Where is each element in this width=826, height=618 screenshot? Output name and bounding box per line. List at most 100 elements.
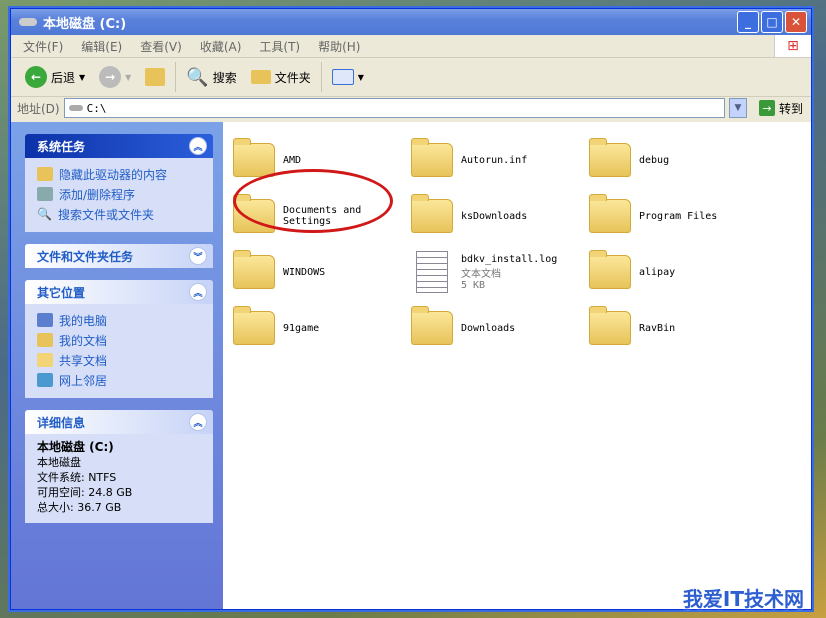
back-button[interactable]: ← 后退 ▼: [21, 64, 89, 90]
search-icon: 🔍: [186, 66, 209, 88]
file-info: Autorun.inf: [461, 155, 527, 166]
text-file-icon: [416, 251, 448, 293]
address-dropdown[interactable]: ▼: [728, 98, 747, 118]
file-name: Downloads: [461, 322, 516, 334]
go-arrow-icon: →: [758, 100, 775, 116]
folder-icon: [411, 138, 453, 177]
file-name: RavBin: [639, 322, 676, 334]
address-bar: 地址(D) C:\ ▼ → 转到: [11, 97, 811, 119]
file-name: bdkv_install.log: [461, 253, 558, 265]
file-name: Autorun.inf: [461, 154, 528, 166]
close-button[interactable]: ✕: [785, 11, 807, 33]
hide-drive-contents-link[interactable]: 隐藏此驱动器的内容: [37, 164, 201, 184]
folder-icon: [411, 306, 453, 345]
file-info: AMD: [283, 155, 301, 166]
file-info: bdkv_install.log 文本文档 5 KB: [461, 253, 558, 291]
window-title: 本地磁盘 (C:): [43, 16, 127, 32]
folder-icon: [233, 250, 275, 289]
file-item[interactable]: RavBin: [589, 304, 759, 352]
up-folder-button[interactable]: [141, 66, 169, 88]
collapse-icon[interactable]: ︽: [189, 137, 207, 155]
other-places-header[interactable]: 其它位置 ︽: [25, 280, 213, 304]
file-item[interactable]: bdkv_install.log 文本文档 5 KB: [411, 248, 581, 296]
my-computer-link[interactable]: 我的电脑: [37, 310, 201, 330]
title-bar[interactable]: 本地磁盘 (C:) _ □ ✕: [11, 9, 811, 35]
highlight-circle: [233, 169, 393, 233]
forward-arrow-icon: →: [99, 66, 122, 88]
menu-help[interactable]: 帮助(H): [318, 38, 360, 55]
menu-file[interactable]: 文件(F): [23, 38, 63, 55]
file-system: 文件系统: NTFS: [37, 471, 117, 484]
folder-icon: [589, 306, 631, 345]
network-icon: [37, 373, 53, 387]
add-remove-programs-link[interactable]: 添加/删除程序: [37, 184, 201, 204]
link-label: 网上邻居: [59, 373, 108, 388]
drive-name: 本地磁盘 (C:): [37, 440, 114, 454]
forward-button[interactable]: → ▼: [95, 64, 135, 90]
search-files-link[interactable]: 🔍 搜索文件或文件夹: [37, 204, 201, 224]
file-list: AMD Autorun.inf debug Documents and Setting…: [223, 122, 811, 609]
free-space: 可用空间: 24.8 GB: [37, 486, 133, 499]
file-info: RavBin: [639, 323, 675, 334]
collapse-icon[interactable]: ︽: [189, 283, 207, 301]
views-icon: [331, 69, 354, 85]
collapse-icon[interactable]: ︽: [189, 413, 207, 431]
file-info: Program Files: [639, 211, 717, 222]
file-item[interactable]: Program Files: [589, 192, 759, 240]
details-panel: 详细信息 ︽ 本地磁盘 (C:) 本地磁盘 文件系统: NTFS 可用空间: 24…: [25, 410, 213, 523]
menu-favorites[interactable]: 收藏(A): [200, 38, 242, 55]
folder-icon: [589, 138, 631, 177]
file-name: AMD: [283, 154, 302, 166]
task-pane: 系统任务 ︽ 隐藏此驱动器的内容 添加/删除程序 🔍 搜索文件或文件夹 文件和文件夹…: [11, 122, 223, 609]
file-item[interactable]: debug: [589, 136, 759, 184]
file-name: ksDownloads: [461, 210, 528, 222]
link-label: 隐藏此驱动器的内容: [59, 167, 168, 182]
folders-icon: [250, 70, 271, 84]
drive-icon: [19, 18, 37, 26]
link-label: 共享文档: [59, 353, 108, 368]
address-label: 地址(D): [17, 101, 60, 116]
views-button[interactable]: ▼: [328, 67, 368, 87]
search-icon: 🔍: [37, 207, 52, 221]
folder-icon: [589, 250, 631, 289]
menu-tools[interactable]: 工具(T): [259, 38, 300, 55]
file-item[interactable]: WINDOWS: [233, 248, 403, 296]
file-info: ksDownloads: [461, 211, 527, 222]
link-label: 添加/删除程序: [59, 187, 136, 202]
file-item[interactable]: Autorun.inf: [411, 136, 581, 184]
menu-edit[interactable]: 编辑(E): [81, 38, 122, 55]
folders-button[interactable]: 文件夹: [247, 67, 315, 88]
go-button[interactable]: → 转到: [751, 100, 811, 117]
folder-icon: [233, 138, 275, 177]
menu-view[interactable]: 查看(V): [140, 38, 182, 55]
panel-title: 其它位置: [37, 285, 86, 300]
watermark-baidu: Baidu 经验: [648, 548, 804, 581]
file-type: 文本文档: [461, 268, 501, 280]
windows-logo-icon: ⊞: [774, 35, 811, 57]
my-documents-link[interactable]: 我的文档: [37, 330, 201, 350]
file-item[interactable]: alipay: [589, 248, 759, 296]
panel-title: 文件和文件夹任务: [37, 249, 134, 264]
folder-icon: [233, 306, 275, 345]
shared-documents-link[interactable]: 共享文档: [37, 350, 201, 370]
file-info: debug: [639, 155, 669, 166]
file-folder-tasks-header[interactable]: 文件和文件夹任务 ︾: [25, 244, 213, 268]
add-remove-programs-icon: [37, 187, 53, 201]
address-input[interactable]: C:\: [63, 98, 725, 118]
back-label: 后退: [51, 70, 76, 85]
expand-icon[interactable]: ︾: [189, 247, 207, 265]
details-header[interactable]: 详细信息 ︽: [25, 410, 213, 434]
file-item[interactable]: ksDownloads: [411, 192, 581, 240]
network-places-link[interactable]: 网上邻居: [37, 370, 201, 390]
search-label: 搜索: [212, 70, 237, 85]
file-item[interactable]: Downloads: [411, 304, 581, 352]
file-item[interactable]: 91game: [233, 304, 403, 352]
address-value: C:\: [86, 101, 107, 115]
system-tasks-header[interactable]: 系统任务 ︽: [25, 134, 213, 158]
drive-type: 本地磁盘: [37, 456, 81, 469]
watermark-site: 我爱IT技术网: [682, 587, 804, 611]
search-button[interactable]: 🔍 搜索: [182, 65, 240, 90]
minimize-button[interactable]: _: [737, 11, 759, 33]
back-arrow-icon: ←: [25, 66, 47, 88]
maximize-button[interactable]: □: [761, 11, 783, 33]
